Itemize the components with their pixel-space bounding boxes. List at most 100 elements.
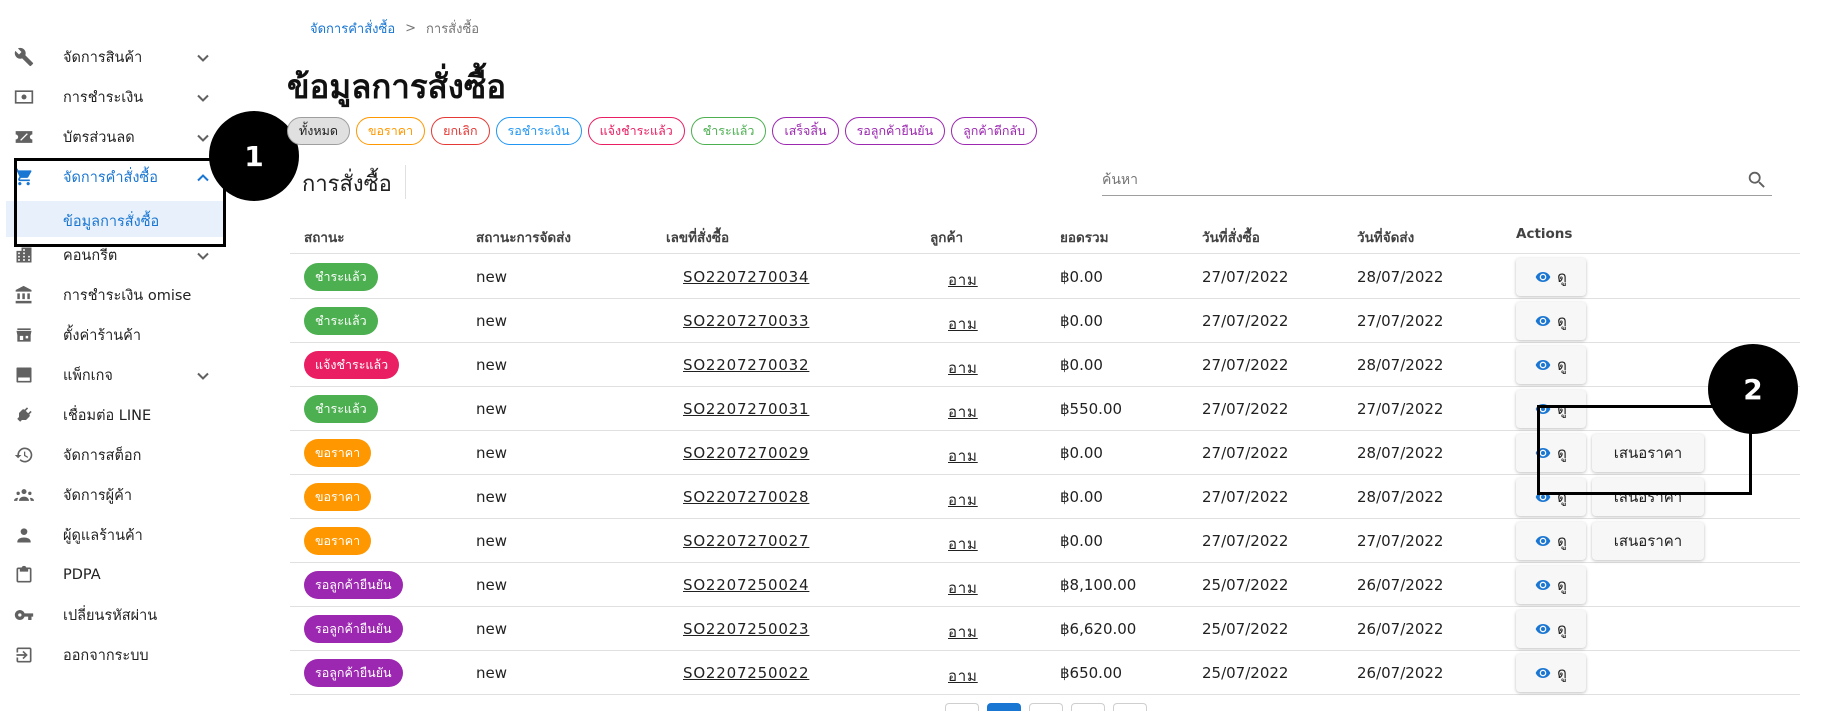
order-number-link[interactable]: SO2207270029	[683, 444, 809, 462]
filter-chip-0[interactable]: ทั้งหมด	[287, 117, 350, 145]
sidebar-item-5[interactable]: การชำระเงิน omise	[0, 278, 224, 312]
customer-link[interactable]: อาม	[948, 400, 978, 424]
chevron-down-icon	[196, 248, 210, 262]
customer-link[interactable]: อาม	[948, 268, 978, 292]
customer-link[interactable]: อาม	[948, 312, 978, 336]
order-number-link[interactable]: SO2207270034	[683, 268, 809, 286]
filter-chip-6[interactable]: เสร็จสิ้น	[772, 117, 839, 145]
sidebar-item-1[interactable]: การชำระเงิน	[0, 80, 224, 114]
sidebar-item-label: จัดการสต็อก	[63, 447, 142, 464]
payments-icon	[12, 85, 36, 109]
order-number-link[interactable]: SO2207270032	[683, 356, 809, 374]
sidebar-item-0[interactable]: จัดการสินค้า	[0, 40, 224, 74]
sidebar-item-14[interactable]: ออกจากระบบ	[0, 638, 224, 672]
customer-link[interactable]: อาม	[948, 576, 978, 600]
card-title-divider	[405, 165, 406, 199]
customer-link[interactable]: อาม	[948, 444, 978, 468]
sidebar-item-13[interactable]: เปลี่ยนรหัสผ่าน	[0, 598, 224, 632]
order-number-link[interactable]: SO2207270033	[683, 312, 809, 330]
customer-link[interactable]: อาม	[948, 620, 978, 644]
order-number-link[interactable]: SO2207270028	[683, 488, 809, 506]
status-badge: ขอราคา	[304, 483, 372, 511]
view-button[interactable]: ดู	[1516, 654, 1586, 692]
filter-chip-3[interactable]: รอชำระเงิน	[495, 117, 582, 145]
sidebar-item-8[interactable]: เชื่อมต่อ LINE	[0, 398, 224, 432]
order-total: ฿0.00	[1060, 488, 1103, 506]
customer-link[interactable]: อาม	[948, 664, 978, 688]
pagination-page-3[interactable]	[1071, 703, 1105, 711]
view-button[interactable]: ดู	[1516, 302, 1586, 340]
search-input[interactable]	[1102, 166, 1732, 194]
customer-link[interactable]: อาม	[948, 356, 978, 380]
order-date: 25/07/2022	[1202, 576, 1289, 594]
view-button-label: ดู	[1557, 576, 1567, 594]
filter-chip-7[interactable]: รอลูกค้ายืนยัน	[844, 117, 946, 145]
col-header-status: สถานะ	[304, 230, 345, 246]
order-date: 27/07/2022	[1202, 400, 1289, 418]
view-button[interactable]: ดู	[1516, 522, 1586, 560]
order-date: 25/07/2022	[1202, 620, 1289, 638]
search-icon[interactable]	[1746, 169, 1768, 191]
order-number-link[interactable]: SO2207250024	[683, 576, 809, 594]
table-row: ชำระแล้ว new SO2207270033 อาม ฿0.00 27/07/202…	[290, 299, 1800, 343]
sidebar-item-7[interactable]: แพ็กเกจ	[0, 358, 224, 392]
callout-box-1	[14, 158, 226, 247]
sidebar-item-label: บัตรส่วนลด	[63, 129, 135, 146]
sidebar-item-label: จัดการสินค้า	[63, 49, 143, 66]
filter-chip-4[interactable]: แจ้งชำระแล้ว	[587, 117, 685, 145]
order-number-link[interactable]: SO2207270031	[683, 400, 809, 418]
order-number-link[interactable]: SO2207250023	[683, 620, 809, 638]
ship-date: 27/07/2022	[1357, 312, 1444, 330]
chevron-down-icon	[196, 368, 210, 382]
view-button-label: ดู	[1557, 356, 1567, 374]
bank-icon	[12, 283, 36, 307]
ship-date: 27/07/2022	[1357, 400, 1444, 418]
sidebar-item-9[interactable]: จัดการสต็อก	[0, 438, 224, 472]
status-badge: ขอราคา	[304, 527, 372, 555]
order-number-link[interactable]: SO2207270027	[683, 532, 809, 550]
ship-date: 28/07/2022	[1357, 444, 1444, 462]
sidebar-item-12[interactable]: PDPA	[0, 558, 224, 592]
search-field	[1102, 166, 1772, 196]
filter-chip-8[interactable]: ลูกค้าตีกลับ	[951, 117, 1038, 145]
view-button[interactable]: ดู	[1516, 610, 1586, 648]
filter-chip-1[interactable]: ขอราคา	[355, 117, 426, 145]
view-button[interactable]: ดู	[1516, 258, 1586, 296]
customer-link[interactable]: อาม	[948, 532, 978, 556]
logout-icon	[12, 643, 36, 667]
ship-date: 26/07/2022	[1357, 576, 1444, 594]
pagination-page-1[interactable]	[987, 703, 1021, 711]
order-date: 27/07/2022	[1202, 532, 1289, 550]
quote-button[interactable]: เสนอราคา	[1592, 522, 1704, 560]
sidebar-item-label: ตั้งค่าร้านค้า	[63, 327, 142, 344]
breadcrumb-link-orders[interactable]: จัดการคำสั่งซื้อ	[310, 18, 395, 39]
view-button[interactable]: ดู	[1516, 566, 1586, 604]
order-total: ฿0.00	[1060, 444, 1103, 462]
key-icon	[12, 603, 36, 627]
sidebar-item-label: เชื่อมต่อ LINE	[63, 407, 152, 424]
sidebar-item-10[interactable]: จัดการผู้ค้า	[0, 478, 224, 512]
filter-chip-2[interactable]: ยกเลิก	[431, 117, 490, 145]
sidebar-item-2[interactable]: บัตรส่วนลด	[0, 120, 224, 154]
sidebar-item-6[interactable]: ตั้งค่าร้านค้า	[0, 318, 224, 352]
ship-date: 28/07/2022	[1357, 356, 1444, 374]
callout-circle-2: 2	[1708, 344, 1798, 434]
col-header-order-date: วันที่สั่งซื้อ	[1202, 230, 1260, 246]
order-number-link[interactable]: SO2207250022	[683, 664, 809, 682]
table-row: ชำระแล้ว new SO2207270034 อาม ฿0.00 27/07/202…	[290, 255, 1800, 299]
pagination-page-2[interactable]	[1029, 703, 1063, 711]
pagination-next-button[interactable]	[1113, 703, 1147, 711]
shipping-status: new	[476, 400, 508, 418]
sidebar-item-11[interactable]: ผู้ดูแลร้านค้า	[0, 518, 224, 552]
order-total: ฿650.00	[1060, 664, 1123, 682]
eye-icon	[1535, 357, 1551, 373]
shipping-status: new	[476, 532, 508, 550]
sidebar: ข้อมูลการสั่งซื้อ จัดการสินค้า การชำระเงิ…	[0, 0, 230, 711]
customer-link[interactable]: อาม	[948, 488, 978, 512]
pagination-prev-button[interactable]	[945, 703, 979, 711]
view-button[interactable]: ดู	[1516, 346, 1586, 384]
filter-chip-5[interactable]: ชำระแล้ว	[690, 117, 767, 145]
ship-date: 28/07/2022	[1357, 268, 1444, 286]
pagination	[945, 703, 1147, 711]
stock-icon	[12, 443, 36, 467]
